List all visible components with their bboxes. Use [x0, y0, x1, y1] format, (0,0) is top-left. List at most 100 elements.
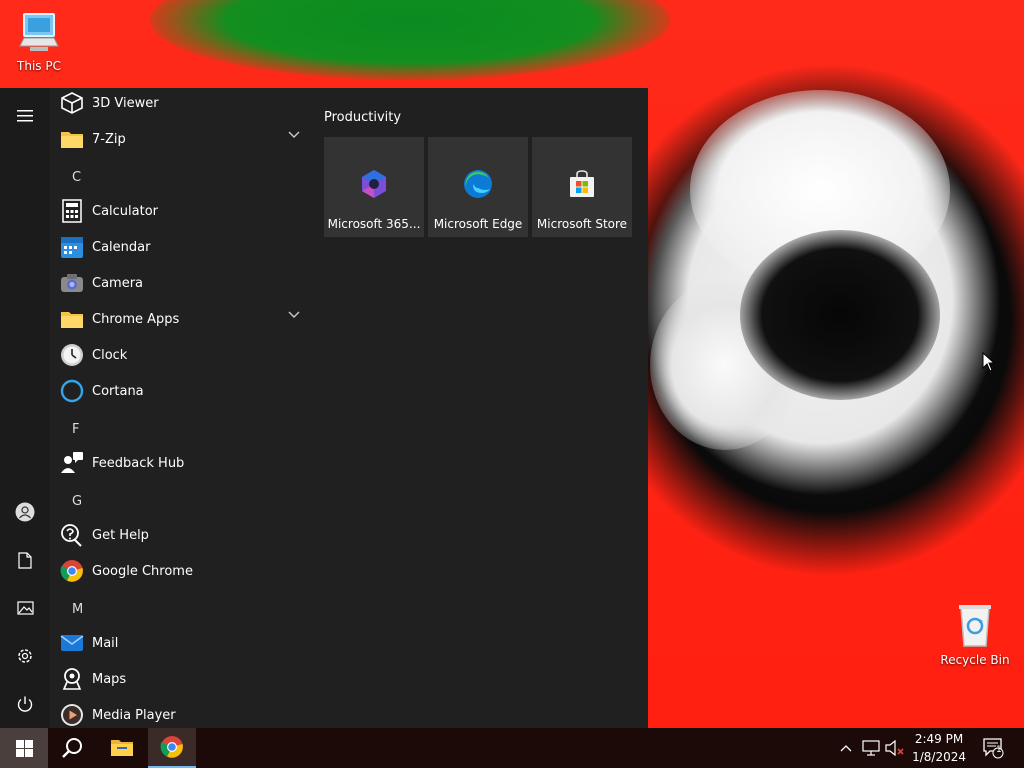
tile-label: Microsoft 365... [327, 217, 421, 231]
app-label: Clock [92, 347, 128, 363]
file-explorer-icon [111, 740, 133, 756]
letter-header-g[interactable]: G [72, 494, 82, 509]
app-cortana[interactable]: Cortana [60, 373, 300, 409]
calendar-icon [60, 235, 84, 259]
app-label: Feedback Hub [92, 455, 185, 471]
chevron-up-icon [840, 745, 852, 752]
microsoft-365-icon [362, 170, 386, 198]
start-menu: 3D Viewer 7-Zip C Calculator Calendar Ca… [0, 88, 648, 728]
app-google-chrome[interactable]: Google Chrome [60, 553, 300, 589]
camera-icon [60, 271, 84, 295]
pictures-button[interactable] [0, 588, 50, 628]
tile-microsoft-store[interactable]: Microsoft Store [532, 137, 632, 237]
chevron-down-icon[interactable] [288, 131, 300, 139]
network-button[interactable] [860, 728, 882, 768]
desktop-icon-this-pc[interactable]: This PC [2, 8, 76, 73]
edge-icon [464, 170, 492, 198]
letter-header-c[interactable]: C [72, 170, 81, 185]
folder-icon [60, 307, 84, 331]
app-label: Maps [92, 671, 127, 687]
search-button[interactable] [48, 728, 96, 768]
tile-group-title[interactable]: Productivity [324, 110, 401, 125]
app-label: Get Help [92, 527, 149, 543]
hamburger-button[interactable] [0, 96, 50, 136]
hamburger-icon [17, 110, 33, 122]
start-app-list: 3D Viewer 7-Zip C Calculator Calendar Ca… [50, 88, 310, 728]
mail-icon [60, 631, 84, 655]
letter-header-m[interactable]: M [72, 602, 83, 617]
clock-date: 1/8/2024 [912, 750, 966, 764]
app-maps[interactable]: Maps [60, 661, 300, 697]
recycle-bin-icon [959, 605, 991, 647]
maps-icon [60, 667, 84, 691]
app-folder-7-zip[interactable]: 7-Zip [60, 121, 300, 157]
volume-muted-icon [885, 740, 904, 756]
app-label: Google Chrome [92, 563, 193, 579]
app-clock[interactable]: Clock [60, 337, 300, 373]
app-calculator[interactable]: Calculator [60, 193, 300, 229]
desktop-icon-recycle-bin[interactable]: Recycle Bin [938, 602, 1012, 667]
app-label: 3D Viewer [92, 95, 159, 111]
app-media-player[interactable]: Media Player [60, 697, 300, 728]
app-mail[interactable]: Mail [60, 625, 300, 661]
app-folder-chrome-apps[interactable]: Chrome Apps [60, 301, 300, 337]
notification-count: 1 [996, 745, 1002, 755]
app-label: Cortana [92, 383, 144, 399]
start-button[interactable] [0, 728, 48, 768]
cortana-icon [60, 379, 84, 403]
tile-microsoft-365[interactable]: Microsoft 365... [324, 137, 424, 237]
tile-label: Microsoft Store [536, 217, 628, 231]
pictures-icon [16, 601, 34, 615]
desktop-icon-label: Recycle Bin [940, 653, 1010, 667]
wallpaper-green-area [150, 0, 670, 80]
show-hidden-icons-button[interactable] [836, 728, 856, 768]
power-button[interactable] [0, 684, 50, 724]
mouse-pointer-icon [982, 352, 996, 372]
tile-label: Microsoft Edge [433, 217, 523, 231]
desktop-icon-label: This PC [17, 59, 61, 73]
chrome-icon [160, 736, 183, 758]
app-calendar[interactable]: Calendar [60, 229, 300, 265]
calculator-icon [60, 199, 84, 223]
action-center-button[interactable]: 1 [978, 728, 1008, 768]
documents-icon [18, 551, 32, 569]
wallpaper-dark-area [740, 230, 940, 400]
app-label: Camera [92, 275, 144, 291]
app-label: Media Player [92, 707, 176, 723]
chevron-down-icon[interactable] [288, 311, 300, 319]
taskbar-file-explorer[interactable] [98, 728, 146, 768]
tile-microsoft-edge[interactable]: Microsoft Edge [428, 137, 528, 237]
taskbar: 2:49 PM 1/8/2024 1 [0, 728, 1024, 768]
app-label: Calendar [92, 239, 151, 255]
documents-button[interactable] [0, 540, 50, 580]
app-label: Calculator [92, 203, 159, 219]
this-pc-icon [19, 13, 59, 51]
chrome-icon [60, 559, 84, 583]
volume-button[interactable] [884, 728, 906, 768]
user-button[interactable] [0, 492, 50, 532]
user-icon [15, 502, 35, 522]
start-rail [0, 88, 50, 728]
taskbar-chrome[interactable] [148, 728, 196, 768]
app-label: Mail [92, 635, 119, 651]
search-icon [62, 738, 82, 758]
app-label: 7-Zip [92, 131, 126, 147]
app-camera[interactable]: Camera [60, 265, 300, 301]
folder-icon [60, 127, 84, 151]
power-icon [17, 696, 33, 712]
letter-header-f[interactable]: F [72, 422, 79, 437]
settings-icon [18, 649, 32, 663]
app-label: Chrome Apps [92, 311, 180, 327]
media-player-icon [60, 703, 84, 727]
app-get-help[interactable]: Get Help [60, 517, 300, 553]
network-icon [862, 740, 880, 756]
get-help-icon [60, 523, 84, 547]
app-feedback-hub[interactable]: Feedback Hub [60, 445, 300, 481]
store-icon [570, 170, 594, 197]
feedback-hub-icon [60, 451, 84, 475]
settings-button[interactable] [0, 636, 50, 676]
taskbar-clock[interactable]: 2:49 PM 1/8/2024 [912, 730, 966, 766]
app-3d-viewer[interactable]: 3D Viewer [60, 88, 300, 121]
clock-icon [60, 343, 84, 367]
3d-viewer-icon [60, 91, 84, 115]
